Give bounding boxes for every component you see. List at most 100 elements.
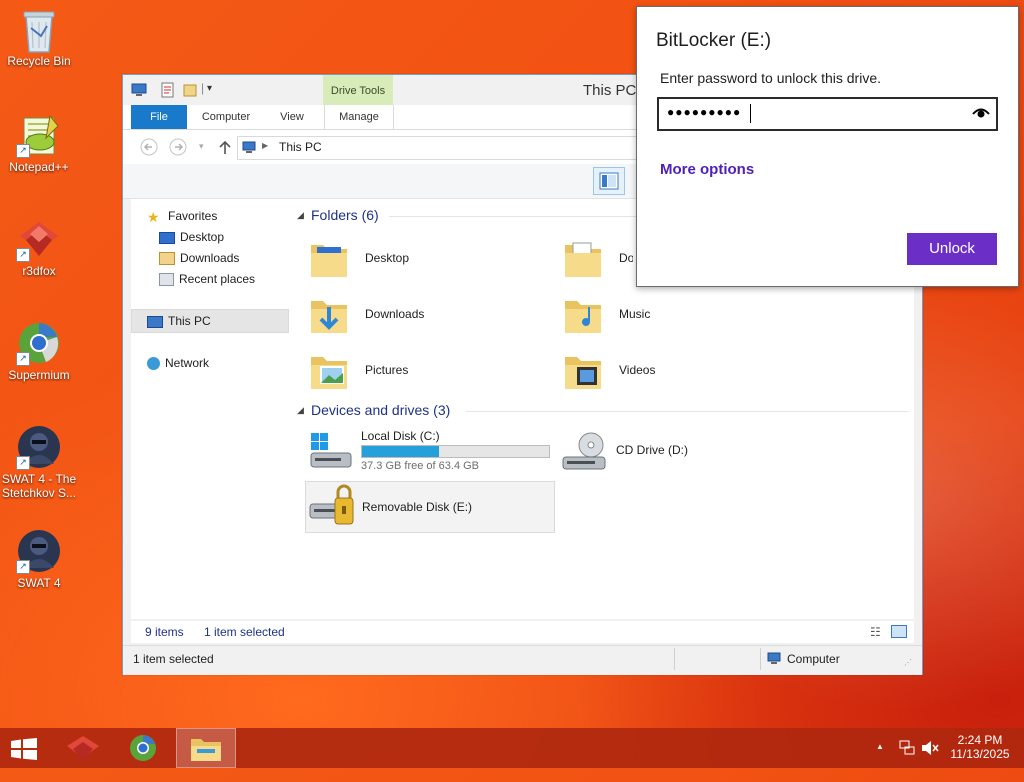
breadcrumb[interactable]: This PC — [279, 140, 322, 154]
group-header-folders[interactable]: Folders (6) — [311, 207, 379, 223]
password-field[interactable]: ●●●●●●●●● — [657, 97, 998, 131]
tab-computer[interactable]: Computer — [191, 105, 261, 129]
nav-item-recent-places[interactable]: Recent places — [159, 269, 255, 289]
volume-muted-icon[interactable] — [921, 740, 939, 756]
nav-item-favorites[interactable]: ★ Favorites — [147, 206, 217, 226]
reveal-password-eye-icon[interactable] — [972, 106, 990, 120]
new-folder-icon[interactable] — [183, 82, 197, 98]
unlock-button[interactable]: Unlock — [907, 233, 997, 265]
desktop-icon-label-line-1: SWAT 4 - The — [1, 472, 77, 486]
desktop-icon-swat4-stetchkov[interactable]: ↗ SWAT 4 - The Stetchkov S... — [0, 424, 78, 500]
bottom-status-bar: 1 item selected Computer ⋰ — [123, 645, 922, 675]
collapse-group-icon[interactable]: ◢ — [297, 210, 304, 221]
folder-downloads[interactable]: Downloads — [309, 289, 549, 339]
navigation-pane: ★ Favorites Desktop Downloads Recent plac… — [131, 199, 289, 619]
forward-arrow-icon[interactable] — [169, 138, 187, 156]
desktop-icon-label-line-2: Stetchkov S... — [1, 486, 77, 500]
this-pc-icon — [147, 315, 163, 328]
up-arrow-icon[interactable] — [218, 139, 232, 155]
customize-toolbar-dropdown-icon[interactable]: ▾ — [207, 83, 212, 94]
pictures-folder-icon — [311, 357, 347, 389]
show-hidden-icons-icon[interactable]: ▲ — [876, 742, 884, 782]
clock[interactable]: 2:24 PM 11/13/2025 — [948, 728, 1012, 768]
folder-music[interactable]: Music — [563, 289, 803, 339]
folder-label: Pictures — [365, 363, 409, 377]
taskbar-file-explorer-active[interactable] — [176, 728, 236, 768]
folder-videos[interactable]: Videos — [563, 345, 803, 395]
desktop-folder-icon — [159, 231, 175, 244]
videos-folder-icon — [565, 357, 601, 389]
swat4-icon: ↗ — [16, 528, 62, 574]
selection-count: 1 item selected — [204, 625, 285, 639]
desktop-icon-swat4[interactable]: ↗ SWAT 4 — [0, 528, 78, 590]
supermium-icon: ↗ — [16, 320, 62, 366]
dialog-prompt: Enter password to unlock this drive. — [660, 70, 881, 86]
locked-drive-icon — [309, 484, 354, 525]
nav-item-label: Recent places — [179, 272, 256, 286]
properties-icon[interactable] — [161, 82, 175, 98]
computer-icon — [767, 652, 781, 664]
folder-label: Videos — [619, 363, 656, 377]
nav-item-downloads[interactable]: Downloads — [159, 248, 239, 268]
taskbar-supermium[interactable] — [114, 728, 172, 768]
item-count: 9 items — [145, 625, 184, 639]
toolbar-separator: | — [201, 81, 205, 95]
nav-item-label: Desktop — [180, 230, 225, 244]
folder-label: Desktop — [365, 251, 410, 265]
drive-name: Removable Disk (E:) — [362, 500, 473, 514]
preview-pane-button[interactable] — [593, 167, 625, 195]
text-cursor — [750, 104, 751, 123]
desktop-icon-r3dfox[interactable]: ↗ r3dfox — [0, 216, 78, 278]
nav-network-label: Network — [165, 356, 210, 370]
notepad-plus-plus-icon: ↗ — [16, 112, 62, 158]
window-title: This PC — [583, 82, 637, 99]
shortcut-arrow-icon: ↗ — [16, 560, 30, 574]
file-explorer-icon — [191, 739, 221, 761]
password-value: ●●●●●●●●● — [667, 105, 742, 119]
large-icons-view-icon[interactable] — [891, 625, 907, 638]
downloads-folder-icon — [159, 252, 175, 266]
desktop-icon-label: Supermium — [8, 368, 70, 382]
folder-pictures[interactable]: Pictures — [309, 345, 549, 395]
recycle-bin-icon — [16, 6, 62, 53]
shortcut-arrow-icon: ↗ — [16, 248, 30, 262]
network-icon — [147, 357, 160, 371]
drive-removable-e-selected[interactable]: Removable Disk (E:) — [305, 481, 555, 533]
supermium-icon — [130, 735, 156, 761]
nav-item-this-pc[interactable]: This PC — [147, 311, 211, 331]
items-status-bar: 9 items 1 item selected ☷ — [131, 621, 914, 643]
star-icon: ★ — [147, 208, 160, 225]
shortcut-arrow-icon: ↗ — [16, 144, 30, 158]
details-view-icon[interactable]: ☷ — [870, 625, 881, 639]
taskbar-r3dfox[interactable] — [55, 728, 113, 768]
desktop-folder-icon — [311, 245, 347, 277]
desktop-icon-notepad-plus-plus[interactable]: ↗ Notepad++ — [0, 112, 78, 174]
desktop-icon-supermium[interactable]: ↗ Supermium — [0, 320, 78, 382]
back-arrow-icon[interactable] — [140, 138, 158, 156]
downloads-folder-icon — [311, 301, 347, 333]
folder-label: Music — [619, 307, 651, 321]
resize-grip-icon[interactable]: ⋰ — [904, 658, 912, 667]
tab-manage[interactable]: Manage — [324, 105, 394, 129]
drive-cd-d[interactable]: CD Drive (D:) — [561, 429, 801, 479]
desktop-icon-recycle-bin[interactable]: Recycle Bin — [0, 6, 78, 68]
clock-time: 2:24 PM — [957, 733, 1003, 747]
drive-local-disk-c[interactable]: Local Disk (C:) 37.3 GB free of 63.4 GB — [305, 425, 555, 475]
taskbar: ▲ 2:24 PM 11/13/2025 — [0, 728, 1024, 768]
group-header-devices[interactable]: Devices and drives (3) — [311, 402, 450, 418]
start-button[interactable] — [0, 728, 48, 768]
network-status-icon[interactable] — [899, 740, 915, 756]
collapse-group-icon[interactable]: ◢ — [297, 405, 304, 416]
more-options-link[interactable]: More options — [660, 161, 754, 178]
nav-item-network[interactable]: Network — [147, 353, 209, 373]
tab-file[interactable]: File — [131, 105, 187, 129]
folder-documents[interactable]: Documents — [563, 233, 633, 283]
nav-favorites-label: Favorites — [168, 209, 218, 223]
recent-locations-dropdown-icon[interactable]: ▾ — [199, 141, 204, 152]
nav-item-desktop[interactable]: Desktop — [159, 227, 224, 247]
shortcut-arrow-icon: ↗ — [16, 456, 30, 470]
status-divider — [760, 648, 761, 670]
desktop-icon-label: r3dfox — [22, 264, 56, 278]
folder-desktop[interactable]: Desktop — [309, 233, 549, 283]
tab-view[interactable]: View — [263, 105, 321, 129]
